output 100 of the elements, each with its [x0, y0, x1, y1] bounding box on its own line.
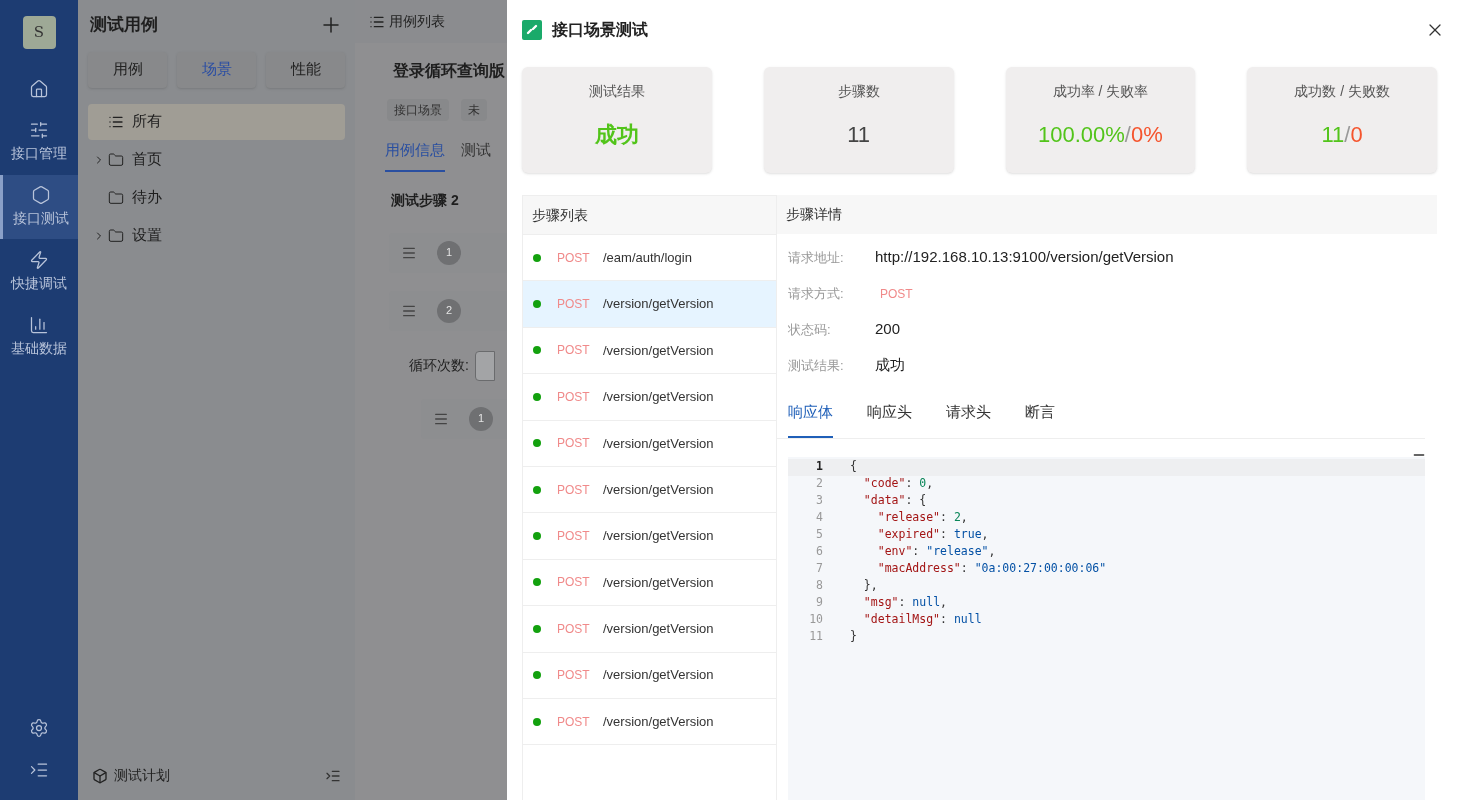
code-line: "data": { — [862, 492, 927, 510]
stat-value: 11 — [847, 121, 871, 149]
stat-label: 成功率 / 失败率 — [1052, 82, 1149, 101]
method-label: POST — [557, 528, 591, 546]
code-line: "msg": null, — [862, 594, 947, 612]
field-value: http://192.168.10.13:9100/version/getVersion — [875, 247, 1174, 268]
test-plan-link[interactable]: 测试计划 — [114, 765, 170, 786]
stat-value: 0% — [1130, 121, 1163, 149]
stat-value: 11 — [1321, 121, 1345, 149]
code-line: "detailMsg": null — [862, 611, 982, 629]
stat-label: 步骤数 — [837, 82, 880, 101]
folder-icon — [108, 227, 124, 244]
stat-value: 100.00% — [1038, 121, 1125, 149]
tab[interactable]: 响应头 — [867, 401, 912, 438]
home-icon — [29, 79, 49, 99]
step-row[interactable]: POST /version/getVersion — [523, 466, 776, 514]
step-row[interactable]: POST /version/getVersion — [523, 652, 776, 699]
stat-value: / — [1344, 121, 1351, 149]
line-number: 2 — [815, 475, 823, 493]
nav-item[interactable]: 接口测试 — [0, 175, 78, 239]
page-tab[interactable]: 用例列表 — [355, 0, 507, 43]
tree-item[interactable]: 设置 — [88, 217, 345, 254]
step-row[interactable]: POST /version/getVersion — [523, 559, 776, 607]
step-row[interactable]: POST /version/getVersion — [523, 281, 776, 328]
method-label: POST — [557, 388, 591, 406]
tag: 未 — [461, 99, 487, 121]
line-number: 10 — [808, 611, 823, 629]
step-path: /version/getVersion — [603, 434, 714, 453]
loop-count-field[interactable] — [474, 350, 495, 381]
nav-label: 快捷调试 — [11, 274, 67, 293]
field-label: 请求地址: — [788, 248, 845, 267]
method-label: POST — [557, 713, 591, 731]
step-row[interactable]: POST /version/getVersion — [523, 513, 776, 560]
nav-item[interactable]: 快捷调试 — [0, 240, 78, 304]
tab[interactable]: 请求头 — [946, 401, 991, 438]
method-label: POST — [557, 296, 591, 314]
drawer-title: 接口场景测试 — [552, 20, 648, 40]
section-title: 测试步骤 2 — [390, 190, 460, 210]
line-number: 9 — [815, 594, 823, 612]
cube-icon — [92, 767, 108, 784]
tab[interactable]: 响应体 — [788, 401, 833, 438]
sliders-icon — [29, 120, 49, 140]
nav-label: 基础数据 — [11, 339, 67, 358]
nav-label: 接口测试 — [12, 209, 69, 228]
line-number: 6 — [815, 543, 823, 561]
tree-label: 首页 — [132, 149, 162, 170]
tree-item[interactable]: 待办 — [88, 179, 345, 216]
code-editor[interactable]: 1 { 2 "code": 0, 3 "data": { 4 "release": 2, 5 "expired": true, 6 "env": "release", 7 "macAddress": "0a:00:27:00:00:06" 8 }, 9 "msg": null, 10 "detailMsg": null 11 } — [788, 456, 1425, 800]
step-path: /version/getVersion — [603, 712, 714, 731]
step-number: 1 — [437, 240, 461, 265]
step-row[interactable]: POST /version/getVersion — [523, 606, 776, 653]
tab[interactable]: 性能 — [266, 51, 345, 88]
line-number: 3 — [815, 492, 823, 510]
field-label: 状态码: — [788, 320, 832, 339]
lightning-icon — [29, 250, 49, 270]
tree-item[interactable]: 所有 — [88, 103, 345, 140]
step-number: 2 — [437, 298, 461, 323]
line-number: 5 — [815, 526, 823, 544]
step-path: /version/getVersion — [603, 573, 714, 592]
step-row[interactable]: POST /version/getVersion — [523, 327, 776, 375]
step-row[interactable]: POST /version/getVersion — [523, 420, 776, 467]
line-number: 1 — [815, 458, 823, 476]
method-label: POST — [557, 481, 591, 499]
step-row[interactable]: POST /version/getVersion — [523, 374, 776, 421]
nav-item[interactable]: 基础数据 — [0, 305, 78, 369]
stat-value: / — [1124, 121, 1131, 149]
field-value: POST — [880, 285, 913, 303]
code-line: "env": "release", — [876, 543, 996, 561]
app-icon — [522, 20, 542, 40]
stat-label: 成功数 / 失败数 — [1294, 82, 1390, 101]
tree-label: 待办 — [132, 187, 162, 208]
line-number: 11 — [808, 628, 823, 646]
tree-item[interactable]: 首页 — [88, 141, 345, 178]
step-path: /eam/auth/login — [603, 248, 692, 267]
step-path: /version/getVersion — [603, 620, 714, 639]
settings-icon[interactable] — [29, 718, 49, 738]
method-label: POST — [557, 620, 591, 638]
method-label: POST — [557, 667, 591, 685]
step-row[interactable]: POST /version/getVersion — [523, 698, 776, 746]
code-line: }, — [862, 577, 878, 595]
method-label: POST — [557, 342, 591, 360]
method-label: POST — [557, 435, 591, 453]
step-path: /version/getVersion — [603, 666, 714, 685]
code-line: "release": 2, — [876, 509, 968, 527]
hexagon-icon — [30, 185, 51, 205]
folder-icon — [108, 151, 124, 168]
tab[interactable]: 断言 — [1025, 401, 1055, 438]
folder-icon — [108, 189, 124, 206]
step-path: /version/getVersion — [603, 388, 714, 407]
line-number: 4 — [815, 509, 823, 527]
avatar[interactable]: S — [22, 16, 56, 49]
nav-item[interactable]: 接口管理 — [0, 110, 78, 174]
tag: 接口场景 — [387, 99, 449, 121]
tab[interactable]: 用例 — [88, 51, 167, 88]
tab[interactable]: 测试 — [461, 139, 491, 172]
line-number: 8 — [815, 577, 823, 595]
case-title: 登录循环查询版 — [393, 62, 505, 79]
method-label: POST — [557, 574, 591, 592]
step-path: /version/getVersion — [603, 480, 714, 499]
step-path: /version/getVersion — [603, 341, 714, 360]
